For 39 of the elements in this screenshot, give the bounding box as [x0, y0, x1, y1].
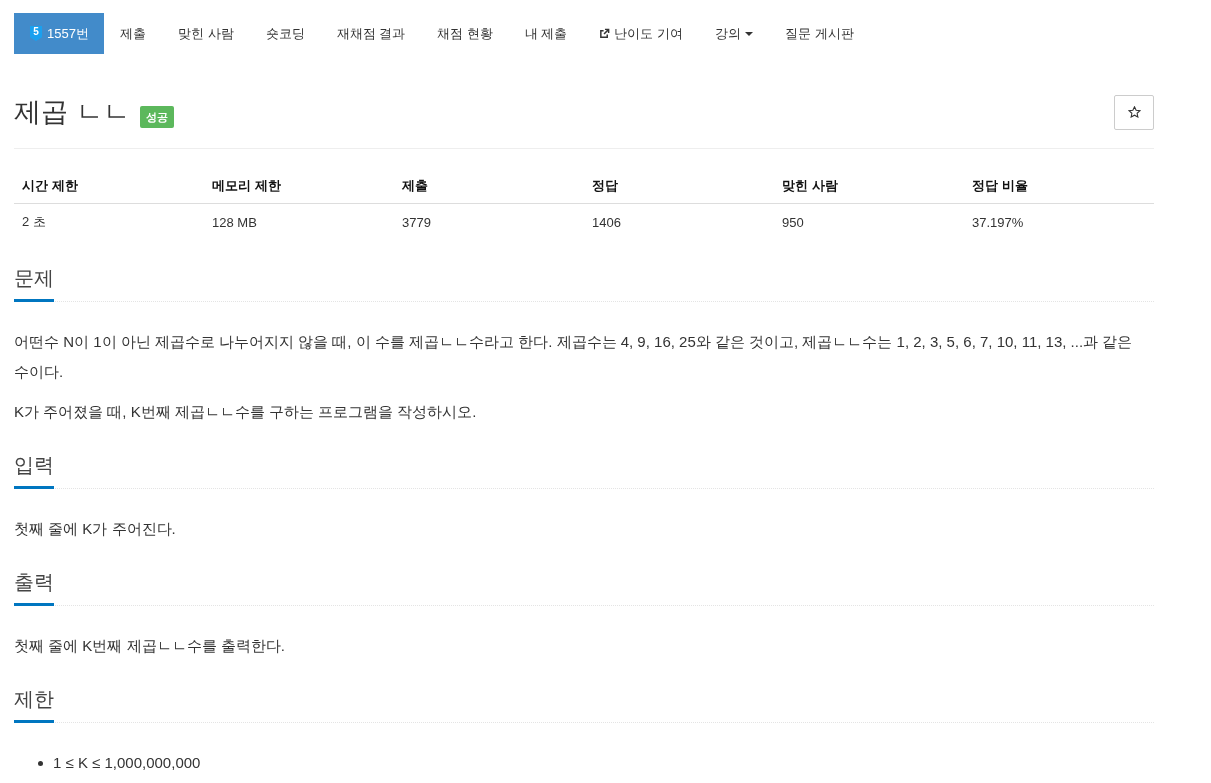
section-heading: 출력: [14, 565, 54, 606]
paragraph: 첫째 줄에 K가 주어진다.: [14, 519, 177, 539]
column-header: 정답 비율: [964, 169, 1154, 204]
section-heading: 문제: [14, 261, 54, 302]
star-icon: [1127, 106, 1141, 118]
paragraph: K가 주어졌을 때, K번째 제곱ㄴㄴ수를 구하는 프로그램을 작성하시오.: [14, 402, 478, 422]
column-header: 맞힌 사람: [774, 169, 964, 204]
section-heading: 제한: [14, 682, 54, 723]
nav-tab[interactable]: 제출: [103, 13, 162, 54]
nav-tab[interactable]: 내 제출: [508, 13, 584, 54]
nav-tab[interactable]: 채점 현황: [421, 13, 509, 54]
external-link-icon: [599, 28, 611, 39]
caret-icon: [745, 31, 754, 36]
table-cell: 37.197%: [964, 203, 1154, 240]
problem-title: 제곱 ㄴㄴ: [14, 96, 130, 129]
paragraph: 어떤수 N이 1이 아닌 제곱수로 나누어지지 않을 때, 이 수를 제곱ㄴㄴ수라고 한다. 제곱수는 4, 9, 16, 25와 같은 것이고, 제곱ㄴㄴ수는 1, 2, 3, 5, 6, 7, 10, 11, 13, ...과 같은 수이다.: [14, 332, 1134, 382]
tier-badge: 5: [30, 26, 42, 41]
nav-tab[interactable]: 맞힌 사람: [161, 13, 250, 54]
nav-tab[interactable]: 숏코딩: [249, 13, 321, 54]
star-button[interactable]: [1114, 94, 1154, 130]
status-label: 성공: [139, 106, 174, 128]
list-item: 1 ≤ K ≤ 1,000,000,000: [53, 753, 201, 773]
table-cell: 1406: [584, 203, 774, 240]
bullet-icon: [38, 760, 43, 766]
nav-tab[interactable]: 재채점 결과: [320, 13, 422, 54]
table-cell: 3779: [394, 203, 584, 240]
nav-tab[interactable]: 난이도 기여: [583, 13, 700, 54]
table-cell: 128 MB: [204, 203, 394, 240]
table-cell: 950: [774, 203, 964, 240]
paragraph: 첫째 줄에 K번째 제곱ㄴㄴ수를 출력한다.: [14, 636, 286, 656]
nav-tab[interactable]: 강의: [699, 13, 770, 54]
nav-tab[interactable]: 질문 게시판: [769, 13, 870, 54]
nav-tab[interactable]: 5 1557번: [14, 13, 104, 54]
column-header: 시간 제한: [14, 169, 204, 204]
column-header: 정답: [584, 169, 774, 204]
column-header: 제출: [394, 169, 584, 204]
section-heading: 입력: [14, 448, 54, 489]
table-cell: 2 초: [14, 203, 204, 240]
column-header: 메모리 제한: [204, 169, 394, 204]
